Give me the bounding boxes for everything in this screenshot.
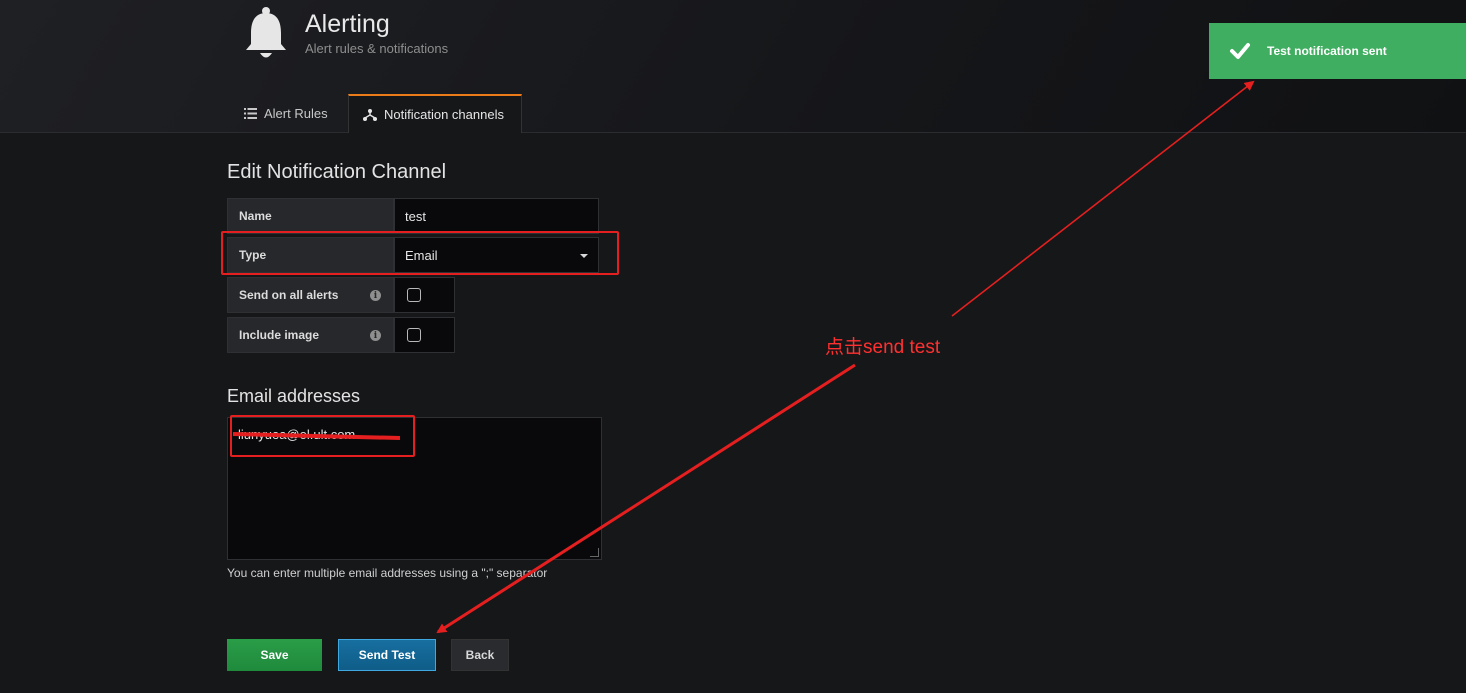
include-image-checkbox[interactable] [407,328,421,342]
type-highlight-box [221,231,619,275]
back-button[interactable]: Back [451,639,509,671]
name-label: Name [227,198,394,234]
bell-icon [246,7,286,58]
email-highlight-box [230,415,415,457]
save-button[interactable]: Save [227,639,322,671]
email-help-text: You can enter multiple email addresses u… [227,566,548,580]
tab-alert-rules-label: Alert Rules [264,105,328,121]
success-toast: Test notification sent [1209,23,1466,79]
name-row: Name test [227,198,599,234]
send-all-row: Send on all alerts i [227,277,455,313]
sitemap-icon [363,108,377,121]
include-image-checkbox-cell [394,317,455,353]
tab-alert-rules[interactable]: Alert Rules [230,94,342,132]
send-test-button[interactable]: Send Test [338,639,436,671]
check-icon [1230,43,1250,59]
resize-handle[interactable] [590,548,599,557]
include-image-row: Include image i [227,317,455,353]
tab-notification-channels-label: Notification channels [384,107,504,122]
name-input[interactable]: test [394,198,599,234]
send-all-label-text: Send on all alerts [239,288,339,302]
tab-notification-channels[interactable]: Notification channels [348,94,522,133]
email-section-title: Email addresses [227,386,361,406]
list-icon [244,107,257,119]
include-image-label: Include image i [227,317,394,353]
toast-message: Test notification sent [1267,44,1387,58]
page-title: Alerting [305,10,390,38]
info-icon[interactable]: i [370,330,381,341]
page-subtitle: Alert rules & notifications [305,41,449,56]
annotation-text: 点击send test [825,337,941,358]
info-icon[interactable]: i [370,290,381,301]
include-image-label-text: Include image [239,328,320,342]
form-title: Edit Notification Channel [227,161,447,183]
send-all-label: Send on all alerts i [227,277,394,313]
send-all-checkbox[interactable] [407,288,421,302]
send-all-checkbox-cell [394,277,455,313]
